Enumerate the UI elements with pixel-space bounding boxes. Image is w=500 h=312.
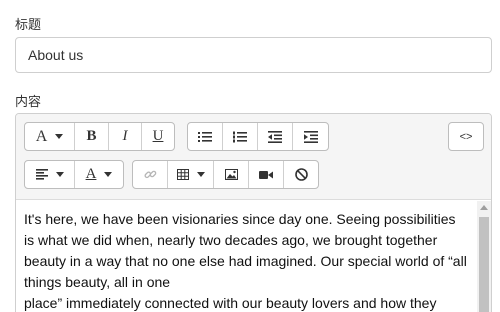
outdent-button[interactable] [258,123,293,150]
code-view-button[interactable]: <> [449,123,483,150]
italic-button[interactable]: I [109,123,142,150]
bold-icon: B [86,128,97,144]
font-icon: A [35,127,48,145]
content-paragraph: place” immediately connected with our be… [24,295,437,311]
chevron-down-icon [104,172,113,177]
content-label: 内容 [15,94,42,109]
vertical-scrollbar[interactable] [477,201,491,312]
editor-content[interactable]: It's here, we have been visionaries sinc… [16,201,478,312]
title-label: 标题 [15,17,42,32]
list-group [187,122,329,151]
numbered-list-button[interactable] [223,123,258,150]
image-icon [224,169,238,180]
font-style-group: A B I U [24,122,175,151]
code-icon: <> [459,130,473,143]
insert-video-button[interactable] [249,161,284,188]
scrollbar-thumb[interactable] [479,217,489,312]
align-color-group: A [24,160,124,189]
scroll-up-arrow-icon[interactable] [480,205,488,210]
title-input[interactable] [15,37,492,73]
video-icon [259,170,273,179]
ban-icon [294,168,308,181]
chevron-down-icon [55,172,64,177]
indent-button[interactable] [293,123,328,150]
indent-icon [303,130,318,143]
editor-toolbar: A B I U <> A [16,114,491,200]
paragraph-align-dropdown[interactable] [25,161,75,188]
link-icon [144,170,156,179]
insert-image-button[interactable] [214,161,249,188]
underline-icon: U [152,128,164,144]
link-button[interactable] [133,161,168,188]
table-dropdown[interactable] [168,161,214,188]
bullet-list-button[interactable] [188,123,223,150]
bullet-list-icon [198,131,212,142]
outdent-icon [268,130,282,143]
chevron-down-icon [196,172,205,177]
insert-group [132,160,319,189]
underline-button[interactable]: U [142,123,174,150]
font-color-icon: A [85,166,97,182]
italic-icon: I [122,128,128,144]
font-family-dropdown[interactable]: A [25,123,75,150]
font-color-dropdown[interactable]: A [75,161,123,188]
clear-format-button[interactable] [284,161,318,188]
code-view-group: <> [448,122,484,151]
chevron-down-icon [55,134,64,139]
align-left-icon [35,169,48,180]
bold-button[interactable]: B [75,123,109,150]
rich-text-editor: A B I U <> A It's here, we have been vis… [15,113,492,312]
content-paragraph: It's here, we have been visionaries sinc… [24,211,467,290]
numbered-list-icon [233,131,247,142]
table-icon [176,169,189,180]
